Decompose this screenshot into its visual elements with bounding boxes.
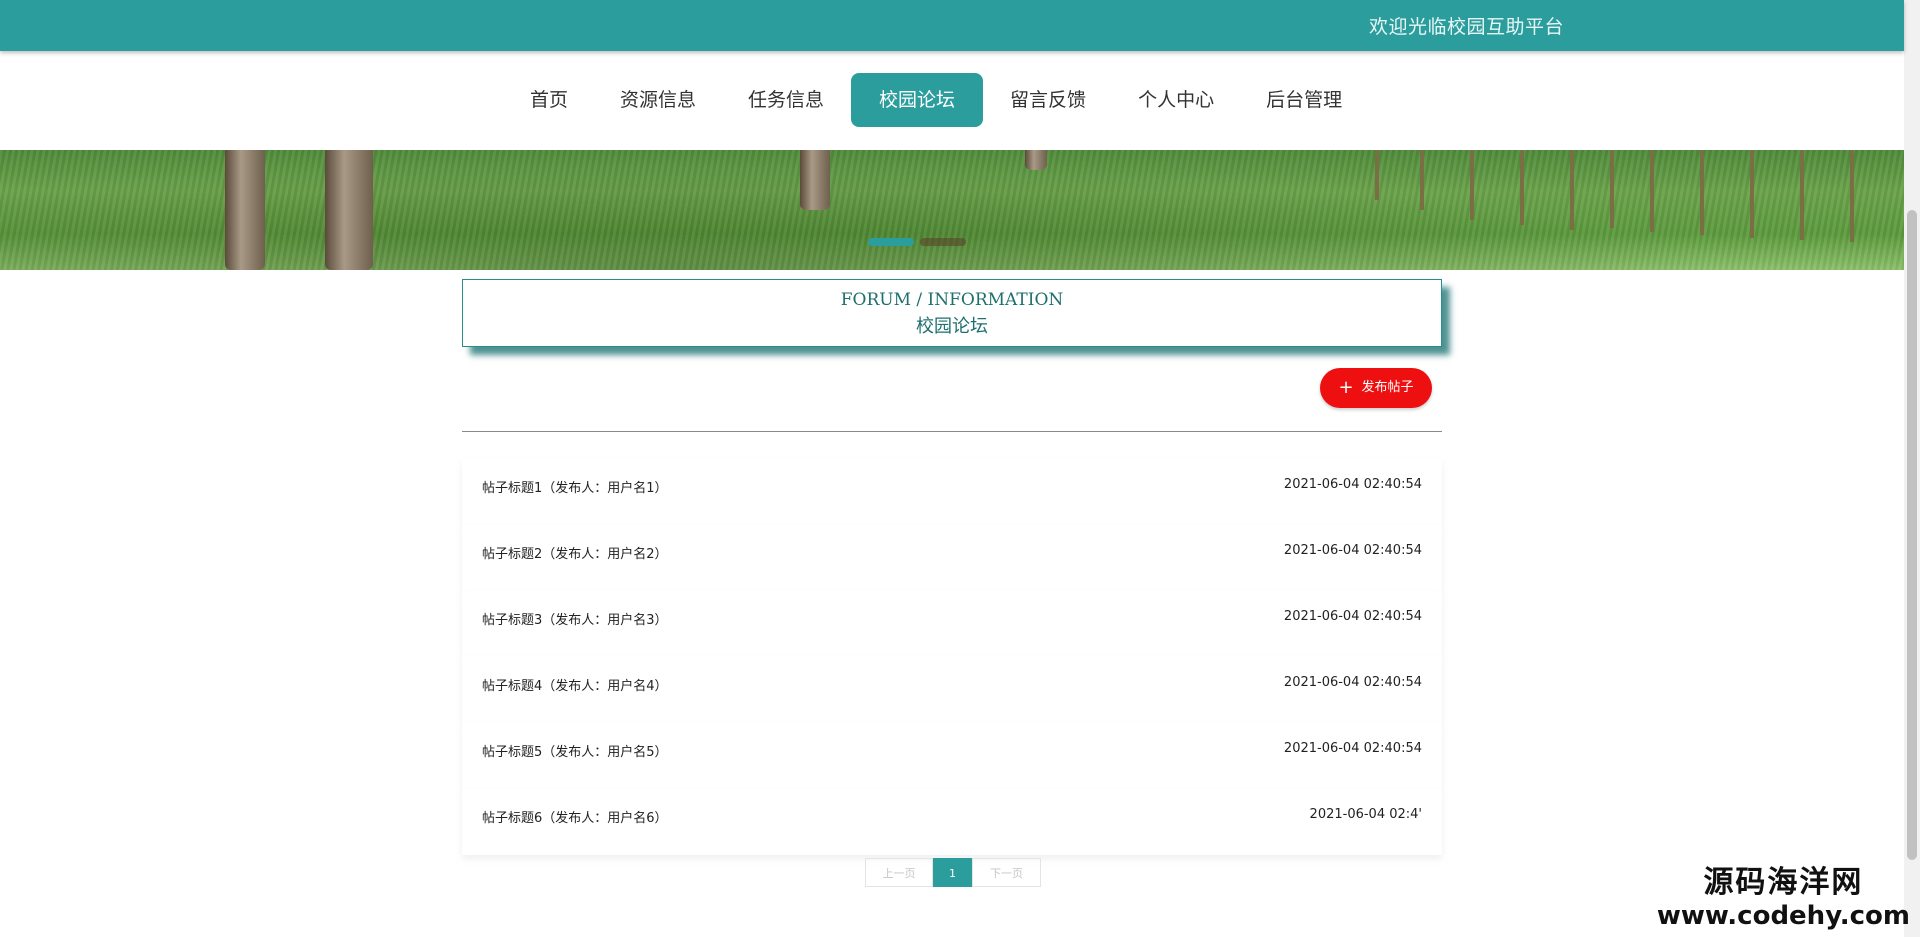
banner-bamboo <box>1700 150 1704 235</box>
post-title[interactable]: 帖子标题3（发布人：用户名3） <box>482 609 668 628</box>
section-title-cn: 校园论坛 <box>916 316 988 337</box>
watermark: 源码海洋网 www.codehy.com <box>1657 857 1910 931</box>
banner-bamboo <box>1420 150 1424 210</box>
post-list: 帖子标题1（发布人：用户名1） 2021-06-04 02:40:54 帖子标题… <box>462 459 1442 855</box>
next-page-button[interactable]: 下一页 <box>972 858 1041 887</box>
list-item[interactable]: 帖子标题5（发布人：用户名5） 2021-06-04 02:40:54 <box>462 723 1442 789</box>
banner-tree-trunk <box>225 150 265 270</box>
banner-bamboo <box>1570 150 1574 230</box>
nav-item-home[interactable]: 首页 <box>505 73 593 127</box>
post-time: 2021-06-04 02:40:54 <box>1283 543 1422 558</box>
nav-item-admin[interactable]: 后台管理 <box>1241 73 1367 127</box>
publish-post-button[interactable]: + 发布帖子 <box>1320 368 1432 408</box>
post-time: 2021-06-04 02:40:54 <box>1283 477 1422 492</box>
list-item[interactable]: 帖子标题4（发布人：用户名4） 2021-06-04 02:40:54 <box>462 657 1442 723</box>
main-nav: 首页 资源信息 任务信息 校园论坛 留言反馈 个人中心 后台管理 <box>0 51 1904 150</box>
banner-bamboo <box>1650 150 1654 232</box>
banner-slider-dots <box>868 238 966 246</box>
plus-icon: + <box>1338 377 1354 398</box>
section-title-box: FORUM / INFORMATION 校园论坛 <box>462 279 1442 347</box>
post-title[interactable]: 帖子标题4（发布人：用户名4） <box>482 675 668 694</box>
banner-tree-trunk <box>325 150 373 270</box>
slider-dot-active[interactable] <box>868 238 914 246</box>
banner-bamboo <box>1520 150 1524 225</box>
top-header-bar: 欢迎光临校园互助平台 <box>0 0 1904 51</box>
prev-page-button[interactable]: 上一页 <box>865 858 933 887</box>
banner-bamboo <box>1850 150 1854 242</box>
post-time: 2021-06-04 02:40:54 <box>1283 609 1422 624</box>
publish-post-label: 发布帖子 <box>1361 380 1414 395</box>
nav-item-forum[interactable]: 校园论坛 <box>851 73 984 127</box>
slider-dot[interactable] <box>920 238 966 246</box>
post-time: 2021-06-04 02:4' <box>1309 807 1422 822</box>
banner-bamboo <box>1470 150 1474 220</box>
post-title[interactable]: 帖子标题5（发布人：用户名5） <box>482 741 668 760</box>
page-scrollbar[interactable] <box>1904 0 1920 937</box>
section-divider <box>462 431 1442 432</box>
post-title[interactable]: 帖子标题2（发布人：用户名2） <box>482 543 668 562</box>
page-number-button[interactable]: 1 <box>933 858 972 887</box>
post-title[interactable]: 帖子标题6（发布人：用户名6） <box>482 807 668 826</box>
section-title-en: FORUM / INFORMATION <box>840 290 1064 310</box>
banner-bamboo <box>1610 150 1614 228</box>
pagination: 上一页 1 下一页 <box>865 858 1041 887</box>
watermark-line2: www.codehy.com <box>1656 901 1910 931</box>
nav-item-resources[interactable]: 资源信息 <box>595 73 721 127</box>
banner-bamboo <box>1750 150 1754 238</box>
scrollbar-thumb[interactable] <box>1907 210 1917 860</box>
banner-image <box>0 150 1904 270</box>
nav-item-feedback[interactable]: 留言反馈 <box>985 73 1111 127</box>
banner-tree-trunk <box>800 150 830 210</box>
watermark-line1: 源码海洋网 <box>1703 865 1864 900</box>
banner-bamboo <box>1375 150 1379 200</box>
post-title[interactable]: 帖子标题1（发布人：用户名1） <box>482 477 668 496</box>
list-item[interactable]: 帖子标题1（发布人：用户名1） 2021-06-04 02:40:54 <box>462 459 1442 525</box>
post-time: 2021-06-04 02:40:54 <box>1283 675 1422 690</box>
list-item[interactable]: 帖子标题3（发布人：用户名3） 2021-06-04 02:40:54 <box>462 591 1442 657</box>
banner-bamboo <box>1800 150 1804 240</box>
list-item[interactable]: 帖子标题6（发布人：用户名6） 2021-06-04 02:4' <box>462 789 1442 855</box>
post-time: 2021-06-04 02:40:54 <box>1283 741 1422 756</box>
banner-grass-texture <box>0 150 1904 270</box>
list-item[interactable]: 帖子标题2（发布人：用户名2） 2021-06-04 02:40:54 <box>462 525 1442 591</box>
nav-item-personal-center[interactable]: 个人中心 <box>1113 73 1239 127</box>
nav-item-tasks[interactable]: 任务信息 <box>723 73 849 127</box>
banner-tree-trunk <box>1025 150 1047 170</box>
welcome-text: 欢迎光临校园互助平台 <box>1368 16 1564 38</box>
